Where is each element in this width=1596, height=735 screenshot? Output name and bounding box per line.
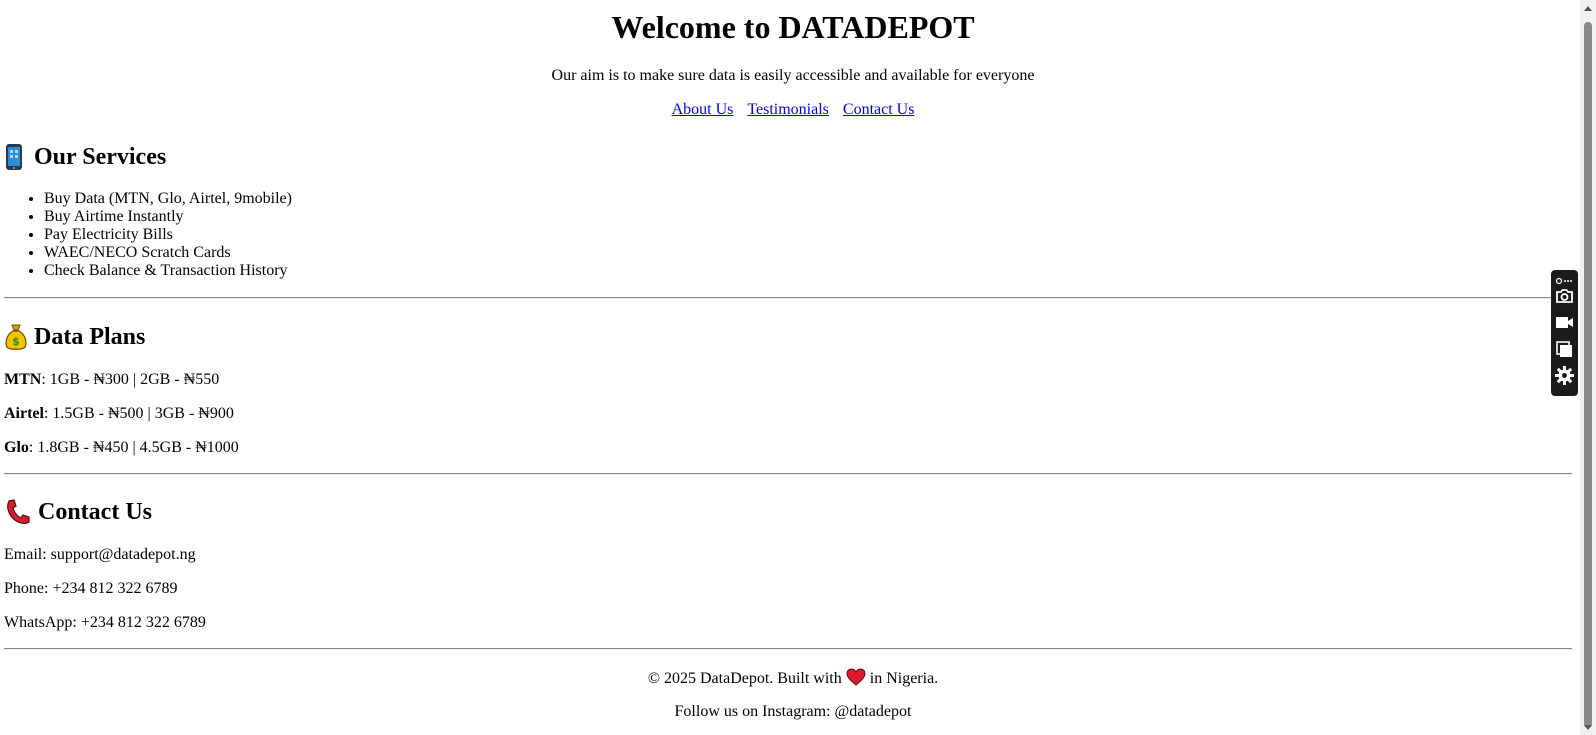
telephone-receiver-icon [4, 498, 32, 526]
list-item: Buy Airtime Instantly [44, 208, 292, 226]
copy-icon[interactable] [1554, 338, 1575, 358]
scroll-up-icon[interactable] [1584, 6, 1592, 11]
contact-heading-text: Contact Us [38, 499, 152, 525]
footer-copyright: © 2025 DataDepot. Built with in Nigeria. [0, 668, 1586, 689]
plans-heading-text: Data Plans [34, 324, 146, 350]
plan-network: Glo [4, 439, 29, 456]
services-heading: Our Services [4, 142, 166, 172]
list-item: Check Balance & Transaction History [44, 262, 292, 280]
list-item: WAEC/NECO Scratch Cards [44, 244, 292, 262]
plan-row-glo: Glo: 1.8GB - ₦450 | 4.5GB - ₦1000 [4, 438, 239, 458]
copyright-suffix: in Nigeria. [869, 670, 939, 687]
plan-detail: : 1.8GB - ₦450 | 4.5GB - ₦1000 [28, 439, 239, 456]
list-item: Buy Data (MTN, Glo, Airtel, 9mobile) [44, 190, 292, 208]
video-camera-icon[interactable] [1554, 312, 1575, 332]
plan-row-airtel: Airtel: 1.5GB - ₦500 | 3GB - ₦900 [4, 404, 234, 424]
divider [4, 297, 1572, 299]
divider [4, 473, 1572, 475]
divider [4, 648, 1572, 650]
plans-heading: $ Data Plans [4, 322, 145, 352]
nav-link-contact-us[interactable]: Contact Us [843, 101, 915, 118]
plan-detail: : 1GB - ₦300 | 2GB - ₦550 [41, 371, 220, 388]
nav-link-about-us[interactable]: About Us [672, 101, 734, 118]
services-heading-text: Our Services [34, 144, 167, 170]
mobile-phone-icon [4, 143, 28, 171]
vertical-scrollbar[interactable] [1580, 0, 1596, 735]
plan-network: MTN [4, 371, 42, 388]
footer-instagram: Follow us on Instagram: @datadepot [674, 703, 912, 720]
contact-phone[interactable]: Phone: +234 812 322 6789 [4, 579, 177, 599]
plan-row-mtn: MTN: 1GB - ₦300 | 2GB - ₦550 [4, 370, 219, 390]
nav-link-testimonials[interactable]: Testimonials [747, 101, 829, 118]
scroll-down-icon[interactable] [1584, 725, 1592, 730]
camera-icon[interactable] [1554, 286, 1575, 306]
page-title: Welcome to DATADEPOT [611, 9, 975, 45]
plan-network: Airtel [4, 405, 44, 422]
services-list: Buy Data (MTN, Glo, Airtel, 9mobile) Buy… [4, 190, 292, 280]
gear-icon[interactable] [1554, 365, 1575, 385]
money-bag-icon: $ [4, 323, 28, 351]
toolbar-menu-icon[interactable] [1554, 273, 1575, 285]
heart-icon [846, 668, 866, 686]
capture-toolbar [1551, 270, 1578, 396]
plan-detail: : 1.5GB - ₦500 | 3GB - ₦900 [43, 405, 234, 422]
contact-heading: Contact Us [4, 497, 152, 527]
contact-whatsapp[interactable]: WhatsApp: +234 812 322 6789 [4, 613, 206, 633]
top-nav: About Us Testimonials Contact Us [0, 100, 1586, 120]
scrollbar-thumb[interactable] [1584, 22, 1592, 728]
copyright-text: © 2025 DataDepot. Built with [647, 670, 842, 687]
list-item: Pay Electricity Bills [44, 226, 292, 244]
svg-text:$: $ [12, 335, 20, 348]
aim-text: Our aim is to make sure data is easily a… [551, 67, 1035, 84]
contact-email[interactable]: Email: support@datadepot.ng [4, 545, 196, 565]
